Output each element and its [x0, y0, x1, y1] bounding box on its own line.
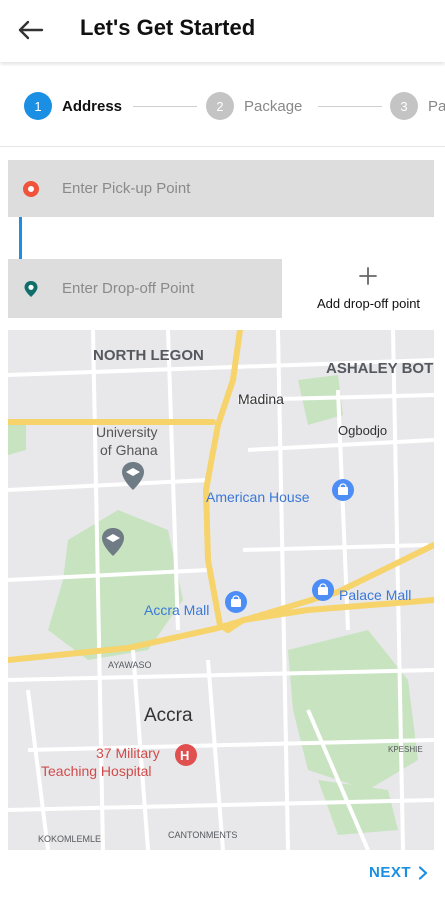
progress-stepper: 1 Address 2 Package 3 Pa — [0, 66, 445, 147]
step-connector — [318, 106, 382, 107]
poi-label: American House — [206, 489, 310, 505]
step-label: Package — [244, 97, 303, 115]
step-number-badge: 2 — [206, 92, 234, 120]
back-arrow-icon[interactable] — [16, 18, 44, 42]
hospital-label: 37 Military — [96, 745, 160, 761]
map-view[interactable]: NORTH LEGON ASHALEY BOT AYAWASO KOKOMLEM… — [8, 330, 434, 850]
shopping-bag-pin-icon[interactable] — [332, 479, 354, 501]
area-label: KOKOMLEMLE — [38, 834, 101, 844]
shopping-bag-pin-icon[interactable] — [225, 591, 247, 613]
dropoff-marker-icon — [24, 280, 38, 297]
area-label: AYAWASO — [108, 660, 152, 670]
area-label: KPESHIE — [388, 745, 423, 754]
place-label: Ogbodjo — [338, 423, 387, 438]
step-label: Pa — [428, 97, 445, 115]
pickup-field[interactable] — [8, 160, 434, 217]
svg-text:H: H — [180, 748, 189, 763]
place-label: Madina — [238, 391, 284, 407]
step-connector — [133, 106, 197, 107]
area-label: ASHALEY BOT — [326, 360, 433, 377]
map-canvas[interactable]: NORTH LEGON ASHALEY BOT AYAWASO KOKOMLEM… — [8, 330, 434, 850]
hospital-label: Teaching Hospital — [41, 763, 152, 779]
step-package[interactable]: 2 Package — [206, 92, 302, 120]
route-connector-line — [19, 217, 22, 259]
chevron-right-icon — [418, 865, 428, 880]
page-title: Let's Get Started — [80, 15, 256, 40]
place-label: Accra — [144, 705, 193, 726]
poi-label: Accra Mall — [144, 602, 209, 618]
step-address[interactable]: 1 Address — [24, 92, 122, 120]
step-third[interactable]: 3 Pa — [390, 92, 445, 120]
next-label: NEXT — [368, 864, 411, 881]
shopping-bag-pin-icon[interactable] — [312, 579, 334, 601]
pickup-input[interactable] — [62, 160, 428, 217]
area-label: NORTH LEGON — [93, 347, 204, 364]
hospital-pin-icon[interactable]: H — [175, 744, 197, 766]
add-dropoff-button[interactable]: Add drop-off point — [292, 260, 445, 318]
step-label: Address — [62, 97, 123, 115]
next-button[interactable]: NEXT — [369, 864, 429, 881]
dropoff-input[interactable] — [62, 259, 276, 318]
plus-icon — [359, 267, 377, 285]
poi-label: Palace Mall — [339, 587, 411, 603]
add-dropoff-label: Add drop-off point — [316, 296, 421, 311]
pickup-marker-icon — [23, 180, 39, 197]
step-number-badge: 1 — [24, 92, 52, 120]
area-label: CANTONMENTS — [168, 830, 237, 840]
app-header: Let's Get Started — [0, 0, 445, 62]
step-number-badge: 3 — [390, 92, 418, 120]
place-label: University — [96, 424, 157, 440]
park-area — [8, 425, 26, 455]
dropoff-field[interactable] — [8, 259, 282, 318]
place-label: of Ghana — [100, 442, 158, 458]
